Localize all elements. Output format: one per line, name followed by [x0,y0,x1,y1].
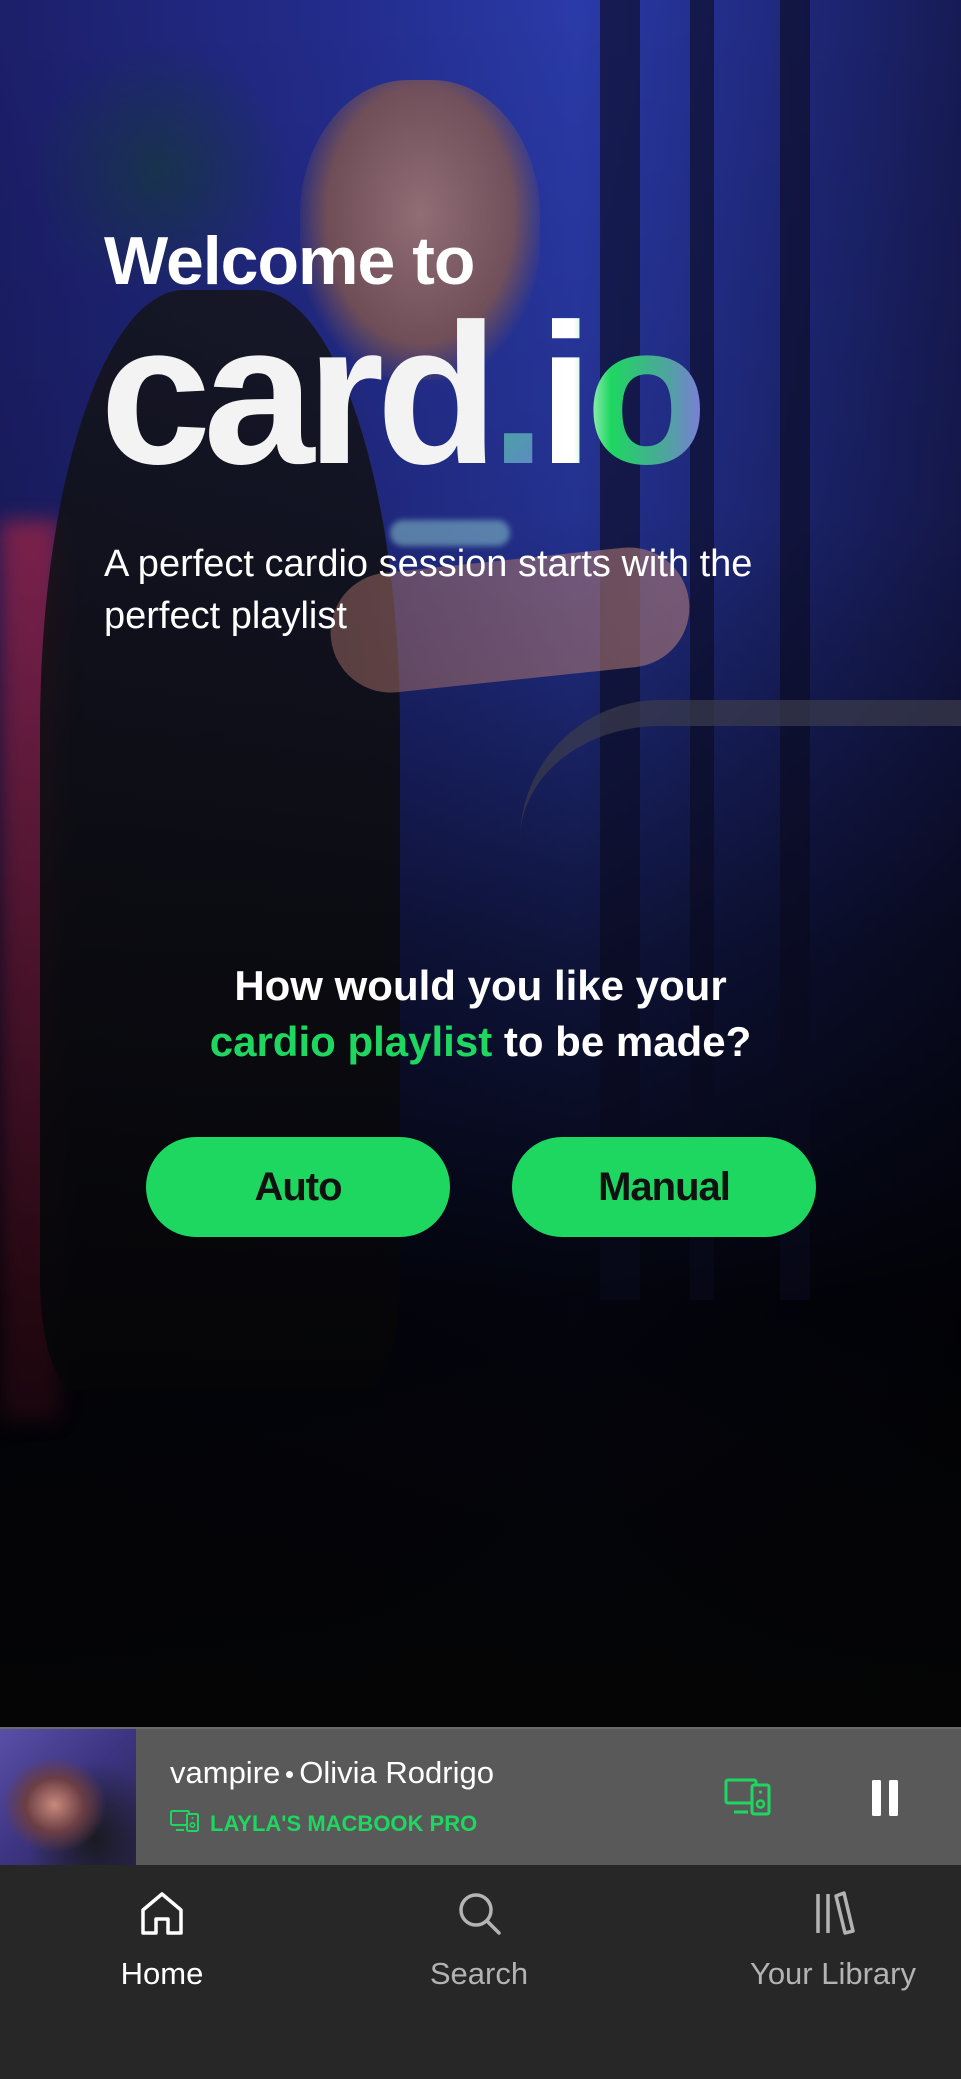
connect-device-icon[interactable] [720,1769,776,1825]
nav-search-label: Search [429,1956,529,1991]
app-screen: Welcome to card.io A perfect cardio sess… [0,0,961,2079]
question-line2: to be made? [492,1018,752,1065]
device-name: LAYLA'S MACBOOK PRO [210,1811,478,1836]
separator-dot [286,1771,294,1779]
nav-home-label: Home [120,1956,204,1991]
nav-home[interactable]: Home [92,1889,232,1992]
nav-search[interactable]: Search [409,1889,549,1992]
track-info: vampire Olivia Rodrigo [170,1755,494,1791]
brand-main: card [100,283,498,506]
bottom-nav: Home Search Your Library [0,1865,961,2079]
question-line1: How would you like your [234,962,727,1009]
artist-name: Olivia Rodrigo [299,1755,494,1790]
pause-icon[interactable] [860,1773,910,1823]
nav-library[interactable]: Your Library [738,1889,928,1992]
now-playing-bar[interactable]: vampire Olivia Rodrigo LAYLA'S MACBOOK PR… [0,1727,961,1867]
search-icon [455,1889,503,1942]
manual-button[interactable]: Manual [512,1137,816,1237]
device-icon [170,1809,200,1839]
song-title: vampire [170,1755,281,1790]
home-icon [138,1889,186,1942]
playlist-question: How would you like your cardio playlist … [0,958,961,1070]
brand-logo: card.io [100,295,708,495]
hero-subtitle: A perfect cardio session starts with the… [104,543,753,637]
brand-dot: . [490,283,546,506]
question-accent: cardio playlist [209,1018,493,1065]
connected-device: LAYLA'S MACBOOK PRO [170,1809,477,1839]
nav-library-label: Your Library [749,1956,916,1991]
album-cover [0,1729,136,1867]
auto-button[interactable]: Auto [146,1137,450,1237]
library-icon [809,1889,857,1942]
brand-suffix: io [538,283,708,506]
